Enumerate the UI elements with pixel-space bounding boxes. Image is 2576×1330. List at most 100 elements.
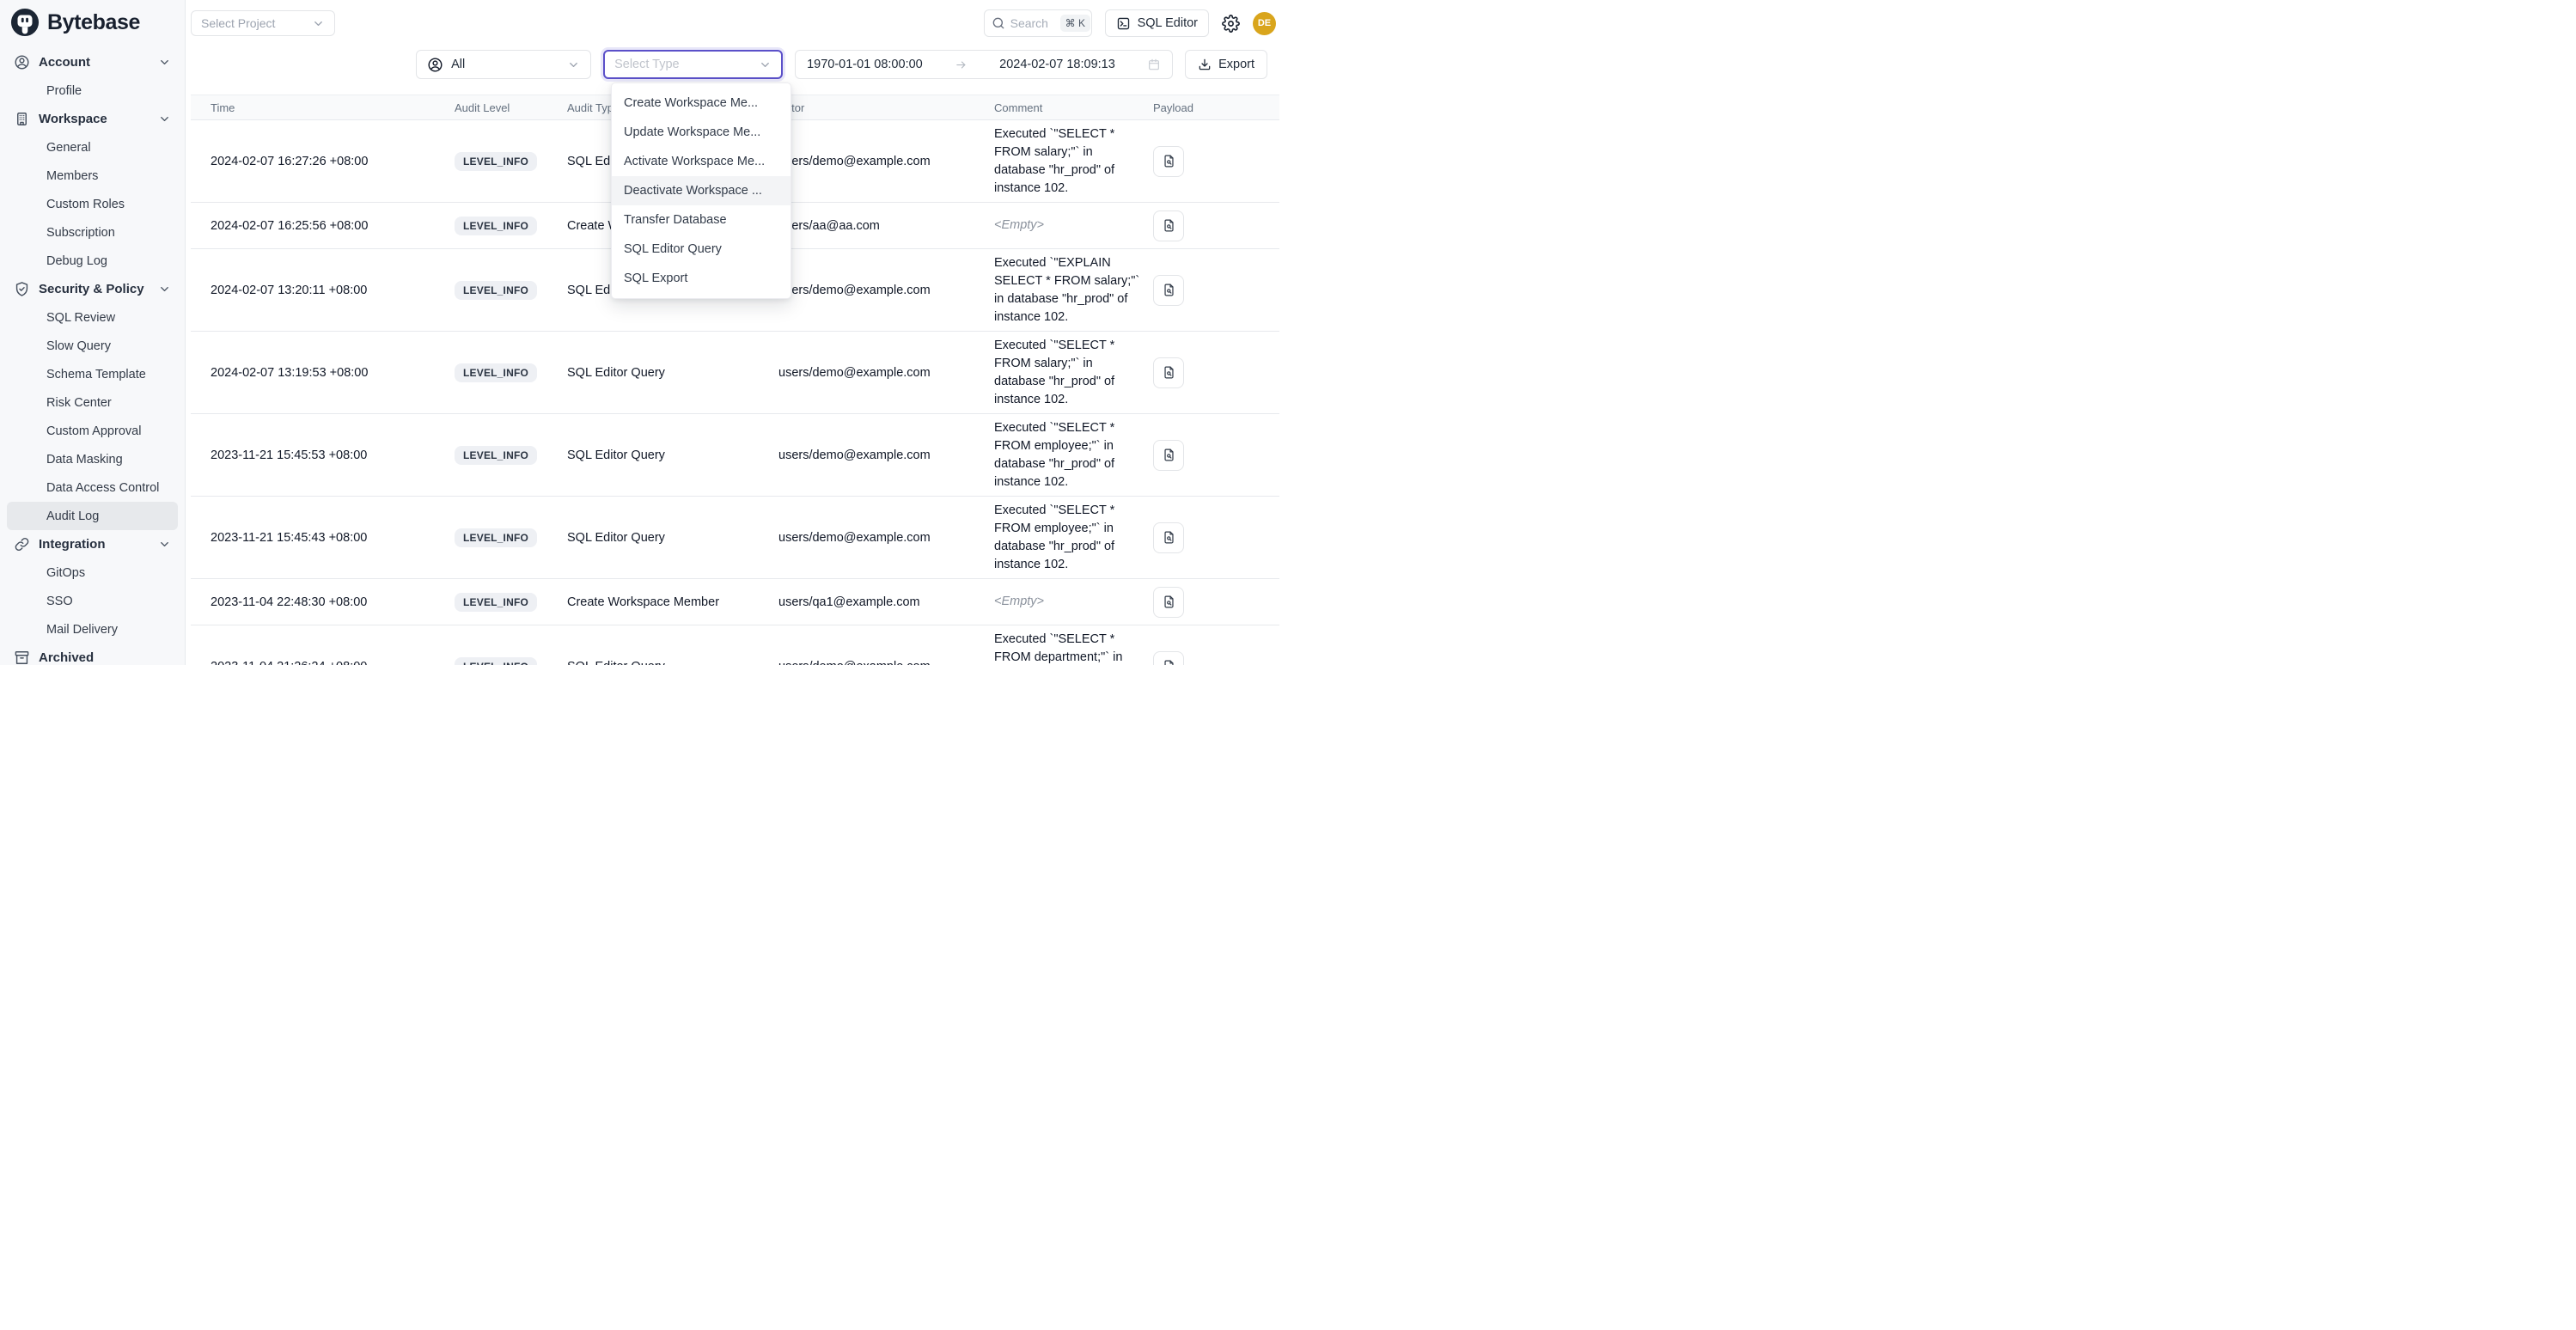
sidebar-item-account[interactable]: Account [7, 48, 178, 76]
date-start: 1970-01-01 08:00:00 [807, 58, 923, 71]
payload-view-button[interactable] [1153, 146, 1184, 177]
payload-view-button[interactable] [1153, 651, 1184, 666]
export-button[interactable]: Export [1185, 50, 1267, 79]
sidebar-item-custom-approval[interactable]: Custom Approval [7, 417, 178, 445]
type-option[interactable]: SQL Export [612, 264, 791, 293]
sidebar-item-custom-roles[interactable]: Custom Roles [7, 190, 178, 218]
sidebar-item-audit-log[interactable]: Audit Log [7, 502, 178, 530]
column-header-payload: Payload [1153, 101, 1279, 114]
column-header-time: Time [211, 101, 455, 114]
search-input[interactable] [1010, 16, 1055, 30]
bytebase-app: Bytebase Account Profile Workspace Gener… [0, 0, 1288, 665]
actor-cell: users/qa1@example.com [778, 595, 994, 609]
time-cell: 2024-02-07 13:19:53 +08:00 [211, 366, 455, 380]
file-search-icon [1162, 448, 1176, 462]
sidebar-item-members[interactable]: Members [7, 162, 178, 190]
audit-level-badge: LEVEL_INFO [455, 363, 537, 382]
actor-cell: users/demo@example.com [778, 448, 994, 462]
comment-cell: Executed `"SELECT * FROM employee;"` in … [994, 419, 1153, 491]
comment-cell: Executed `"SELECT * FROM employee;"` in … [994, 502, 1153, 574]
audit-type-cell: SQL Editor Query [567, 531, 778, 545]
search-shortcut-badge: ⌘ K [1060, 15, 1090, 32]
time-cell: 2024-02-07 13:20:11 +08:00 [211, 284, 455, 297]
file-search-icon [1162, 283, 1176, 297]
building-icon [14, 111, 30, 127]
audit-level-badge: LEVEL_INFO [455, 657, 537, 666]
payload-view-button[interactable] [1153, 357, 1184, 388]
column-header-audit-level: Audit Level [455, 101, 567, 114]
type-option[interactable]: Create Workspace Me... [612, 88, 791, 118]
user-circle-icon [14, 54, 30, 70]
time-cell: 2023-11-21 15:45:43 +08:00 [211, 531, 455, 545]
sidebar-item-archived[interactable]: Archived [7, 644, 178, 665]
sidebar-item-workspace[interactable]: Workspace [7, 105, 178, 133]
audit-type-cell: SQL Editor Query [567, 366, 778, 380]
audit-level-badge: LEVEL_INFO [455, 152, 537, 171]
date-range-picker[interactable]: 1970-01-01 08:00:00 2024-02-07 18:09:13 [795, 50, 1173, 79]
export-label: Export [1218, 58, 1254, 71]
actor-cell: users/demo@example.com [778, 284, 994, 297]
sidebar-item-data-access-control[interactable]: Data Access Control [7, 473, 178, 502]
type-filter[interactable]: Select Type [603, 50, 783, 79]
payload-view-button[interactable] [1153, 440, 1184, 471]
sql-editor-button[interactable]: SQL Editor [1105, 9, 1209, 37]
type-option[interactable]: SQL Editor Query [612, 235, 791, 264]
sidebar: Bytebase Account Profile Workspace Gener… [0, 0, 186, 665]
brand-name: Bytebase [47, 10, 140, 35]
shield-check-icon [14, 281, 30, 297]
audit-type-cell: SQL Editor Query [567, 660, 778, 666]
sidebar-item-risk-center[interactable]: Risk Center [7, 388, 178, 417]
sidebar-item-profile[interactable]: Profile [7, 76, 178, 105]
sidebar-item-mail-delivery[interactable]: Mail Delivery [7, 615, 178, 644]
sidebar-item-integration[interactable]: Integration [7, 530, 178, 558]
sidebar-item-security-policy[interactable]: Security & Policy [7, 275, 178, 303]
sidebar-item-general[interactable]: General [7, 133, 178, 162]
logo[interactable]: Bytebase [0, 0, 185, 45]
gear-icon [1222, 15, 1240, 33]
comment-cell: Executed `"SELECT * FROM salary;"` in da… [994, 125, 1153, 198]
top-bar: Select Project ⌘ K SQL Editor DE [191, 0, 1279, 43]
sidebar-item-data-masking[interactable]: Data Masking [7, 445, 178, 473]
calendar-icon [1147, 58, 1161, 71]
actor-cell: users/aa@aa.com [778, 219, 994, 233]
archive-icon [14, 650, 30, 665]
type-option[interactable]: Deactivate Workspace ... [612, 176, 791, 205]
settings-button[interactable] [1222, 15, 1240, 33]
file-search-icon [1162, 218, 1176, 233]
type-option[interactable]: Transfer Database [612, 205, 791, 235]
type-option[interactable]: Update Workspace Me... [612, 118, 791, 147]
arrow-right-icon [955, 58, 968, 71]
sidebar-item-schema-template[interactable]: Schema Template [7, 360, 178, 388]
file-search-icon [1162, 659, 1176, 665]
sidebar-item-sql-review[interactable]: SQL Review [7, 303, 178, 332]
payload-view-button[interactable] [1153, 210, 1184, 241]
file-search-icon [1162, 154, 1176, 168]
sidebar-item-subscription[interactable]: Subscription [7, 218, 178, 247]
project-select[interactable]: Select Project [191, 10, 335, 36]
time-cell: 2024-02-07 16:25:56 +08:00 [211, 219, 455, 233]
sidebar-nav: Account Profile Workspace General Member… [0, 45, 185, 665]
chevron-down-icon [158, 56, 171, 69]
chevron-down-icon [567, 58, 580, 71]
payload-view-button[interactable] [1153, 275, 1184, 306]
payload-view-button[interactable] [1153, 522, 1184, 553]
sidebar-item-slow-query[interactable]: Slow Query [7, 332, 178, 360]
terminal-icon [1116, 16, 1131, 31]
sidebar-item-sso[interactable]: SSO [7, 587, 178, 615]
user-filter[interactable]: All [416, 50, 591, 79]
search-box[interactable]: ⌘ K [984, 9, 1092, 37]
sidebar-item-gitops[interactable]: GitOps [7, 558, 178, 587]
file-search-icon [1162, 365, 1176, 380]
sidebar-item-debug-log[interactable]: Debug Log [7, 247, 178, 275]
payload-view-button[interactable] [1153, 587, 1184, 618]
comment-cell: <Empty> [994, 593, 1153, 611]
actor-cell: users/demo@example.com [778, 155, 994, 168]
actor-cell: users/demo@example.com [778, 531, 994, 545]
type-option[interactable]: Activate Workspace Me... [612, 147, 791, 176]
chevron-down-icon [158, 113, 171, 125]
table-row: 2023-11-04 21:26:24 +08:00 LEVEL_INFO SQ… [191, 625, 1279, 665]
user-avatar[interactable]: DE [1253, 12, 1276, 35]
search-icon [992, 16, 1005, 30]
type-filter-placeholder: Select Type [614, 58, 680, 71]
audit-type-cell: Create Workspace Member [567, 595, 778, 609]
